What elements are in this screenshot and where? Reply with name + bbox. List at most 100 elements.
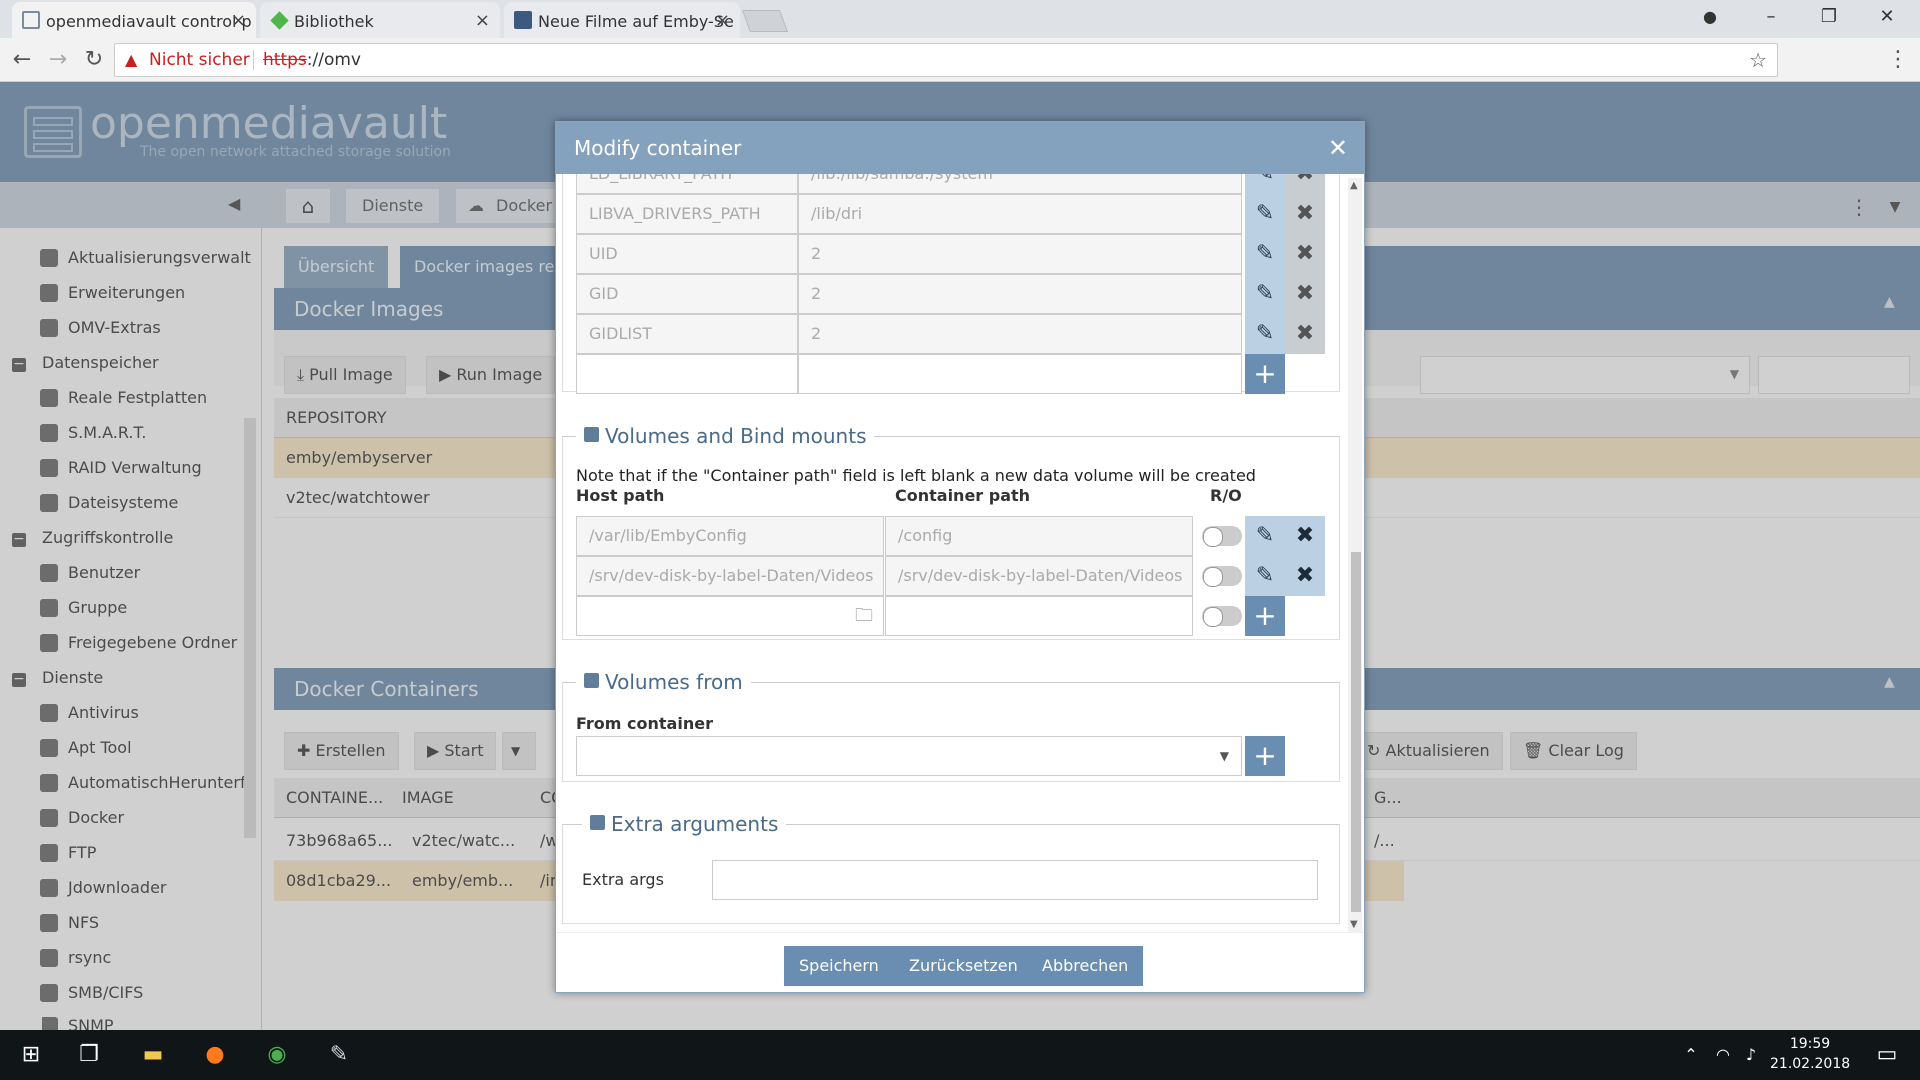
profile-icon[interactable]: ●	[1681, 0, 1739, 34]
host-path-field[interactable]: /var/lib/EmbyConfig	[576, 516, 884, 556]
reset-button[interactable]: Zurücksetzen	[894, 946, 1033, 986]
windows-start-icon[interactable]: ⊞	[16, 1040, 46, 1070]
delete-icon[interactable]: ✖	[1285, 234, 1325, 274]
delete-icon[interactable]: ✖	[1285, 314, 1325, 354]
delete-icon[interactable]: ✖	[1285, 516, 1325, 556]
edit-icon[interactable]: ✎	[1245, 274, 1285, 314]
insecure-label[interactable]: Nicht sicher	[149, 44, 250, 76]
reload-icon[interactable]: ↻	[78, 44, 110, 76]
new-tab-button[interactable]	[741, 10, 789, 32]
restore-button[interactable]: ❐	[1800, 0, 1858, 34]
edit-icon[interactable]: ✎	[1245, 314, 1285, 354]
add-volumes-from-button[interactable]: +	[1245, 736, 1285, 776]
extra-args-input[interactable]	[712, 860, 1318, 900]
browser-toolbar: ← → ↻ ▲ Nicht sicher https://omv ☆ ⋮	[0, 38, 1920, 82]
chrome-icon[interactable]: ◉	[262, 1040, 292, 1070]
volumes-legend[interactable]: Volumes and Bind mounts	[576, 424, 875, 448]
collapse-icon	[584, 673, 599, 688]
tab-neue-filme[interactable]: Neue Filme auf Emby-Se ×	[504, 2, 740, 38]
url-text[interactable]: https://omv	[263, 44, 361, 76]
readonly-toggle[interactable]	[1202, 606, 1242, 627]
new-container-path-input[interactable]	[885, 596, 1193, 636]
folder-browse-icon[interactable]: 🗀	[855, 597, 873, 635]
cancel-button[interactable]: Abbrechen	[1027, 946, 1144, 986]
from-container-label: From container	[576, 714, 713, 733]
readonly-toggle[interactable]	[1202, 566, 1242, 587]
edit-icon[interactable]: ✎	[1245, 194, 1285, 234]
close-icon[interactable]: ✕	[1328, 122, 1348, 174]
delete-icon[interactable]: ✖	[1285, 194, 1325, 234]
edit-icon[interactable]: ✎	[1245, 556, 1285, 596]
network-icon[interactable]: ◠	[1708, 1040, 1738, 1070]
host-path-label: Host path	[576, 486, 665, 505]
new-env-name-input[interactable]	[576, 354, 798, 394]
divider	[253, 50, 254, 70]
dialog-title: Modify container	[574, 136, 742, 160]
volumes-from-legend[interactable]: Volumes from	[576, 670, 751, 694]
emby-icon	[270, 11, 289, 30]
env-value-field[interactable]: 2	[798, 274, 1242, 314]
new-host-path-input[interactable]: 🗀	[576, 596, 884, 636]
env-value-field[interactable]: /lib/dri	[798, 194, 1242, 234]
menu-dots-icon[interactable]: ⋮	[1882, 44, 1914, 76]
tab-bibliothek[interactable]: Bibliothek ×	[260, 2, 500, 38]
modify-container-dialog: Modify container ✕ LD_LIBRARY_PATH /lib:…	[555, 121, 1365, 993]
warning-icon: ▲	[125, 50, 138, 69]
save-button[interactable]: Speichern	[784, 946, 894, 986]
edit-icon[interactable]: ✎	[1245, 174, 1285, 194]
collapse-icon	[590, 815, 605, 830]
add-volume-button[interactable]: +	[1245, 596, 1285, 636]
scroll-down-icon[interactable]: ▼	[1350, 919, 1358, 930]
env-value-field[interactable]: 2	[798, 314, 1242, 354]
close-tab-icon[interactable]: ×	[715, 10, 730, 31]
delete-icon[interactable]: ✖	[1285, 274, 1325, 314]
edit-icon[interactable]: ✎	[1245, 234, 1285, 274]
container-path-field[interactable]: /config	[885, 516, 1193, 556]
extra-args-legend[interactable]: Extra arguments	[582, 812, 787, 836]
tab-label: Bibliothek	[294, 12, 374, 31]
readonly-toggle[interactable]	[1202, 526, 1242, 547]
firefox-icon[interactable]: ●	[200, 1040, 230, 1070]
tray-chevron-icon[interactable]: ⌃	[1676, 1040, 1706, 1070]
minimize-button[interactable]: –	[1742, 0, 1800, 34]
notification-icon[interactable]: ▭	[1872, 1040, 1902, 1070]
windows-taskbar: ⊞ ❐ ▬ ● ◉ ✎ ⌃ ◠ ♪ 19:59 21.02.2018 ▭	[0, 1030, 1920, 1080]
forward-icon[interactable]: →	[42, 44, 74, 76]
host-path-field[interactable]: /srv/dev-disk-by-label-Daten/Videos	[576, 556, 884, 596]
new-env-value-input[interactable]	[798, 354, 1242, 394]
dialog-scrollbar-thumb[interactable]	[1351, 552, 1361, 912]
scroll-up-icon[interactable]: ▲	[1350, 180, 1358, 191]
extra-args-label: Extra args	[582, 870, 664, 889]
container-path-field[interactable]: /srv/dev-disk-by-label-Daten/Videos	[885, 556, 1193, 596]
from-container-select[interactable]: ▼	[576, 736, 1242, 776]
back-icon[interactable]: ←	[6, 44, 38, 76]
task-view-icon[interactable]: ❐	[74, 1040, 104, 1070]
clock-time[interactable]: 19:59	[1770, 1036, 1850, 1052]
delete-icon[interactable]: ✖	[1285, 556, 1325, 596]
tab-openmediavault[interactable]: openmediavault control p ×	[12, 2, 256, 38]
env-name-field[interactable]: GID	[576, 274, 798, 314]
dialog-body: LD_LIBRARY_PATH /lib:/lib/samba:/system …	[556, 174, 1346, 932]
add-env-button[interactable]: +	[1245, 354, 1285, 394]
file-explorer-icon[interactable]: ▬	[138, 1040, 168, 1070]
env-value-field[interactable]: 2	[798, 234, 1242, 274]
container-path-label: Container path	[895, 486, 1031, 505]
env-value-field[interactable]: /lib:/lib/samba:/system	[798, 174, 1242, 194]
dialog-header: Modify container	[556, 122, 1364, 174]
address-bar[interactable]: ▲ Nicht sicher https://omv ☆	[114, 43, 1778, 77]
edit-icon[interactable]: ✎	[1245, 516, 1285, 556]
paint-icon[interactable]: ✎	[324, 1040, 354, 1070]
env-name-field[interactable]: GIDLIST	[576, 314, 798, 354]
env-name-field[interactable]: UID	[576, 234, 798, 274]
env-name-field[interactable]: LD_LIBRARY_PATH	[576, 174, 798, 194]
browser-tabstrip: openmediavault control p × Bibliothek × …	[0, 0, 1920, 38]
env-name-field[interactable]: LIBVA_DRIVERS_PATH	[576, 194, 798, 234]
close-tab-icon[interactable]: ×	[231, 10, 246, 31]
bookmark-star-icon[interactable]: ☆	[1749, 44, 1767, 76]
clock-date[interactable]: 21.02.2018	[1770, 1056, 1850, 1072]
volume-icon[interactable]: ♪	[1736, 1040, 1766, 1070]
close-window-button[interactable]: ✕	[1858, 0, 1916, 34]
page-icon	[22, 11, 40, 29]
delete-icon[interactable]: ✖	[1285, 174, 1325, 194]
close-tab-icon[interactable]: ×	[475, 10, 490, 31]
